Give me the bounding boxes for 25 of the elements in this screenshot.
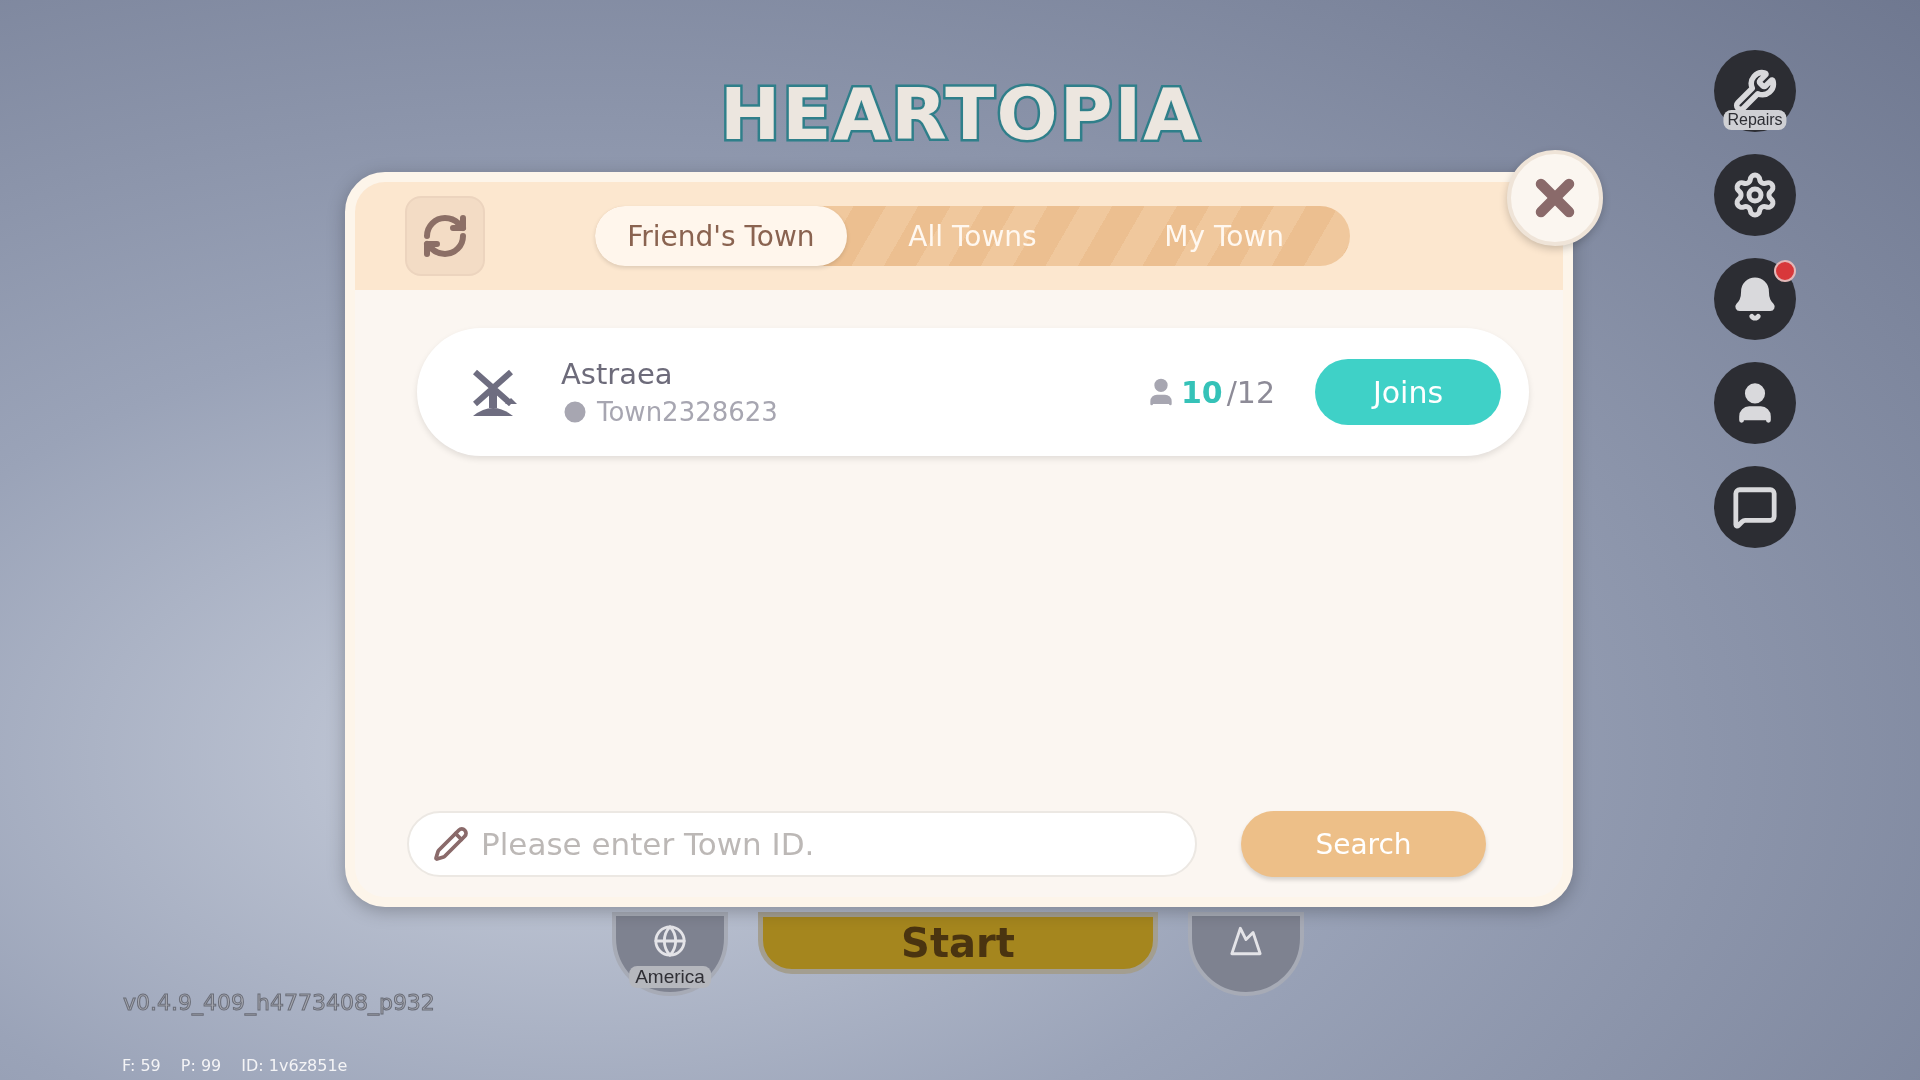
- player-capacity: /12: [1226, 374, 1275, 410]
- chat-bubble-icon: [1732, 484, 1778, 530]
- search-button[interactable]: Search: [1241, 811, 1486, 877]
- version-text: v0.4.9_409_h4773408_p932: [123, 990, 435, 1015]
- start-button[interactable]: Start: [758, 912, 1158, 974]
- town-id-input[interactable]: Please enter Town ID.: [479, 825, 1171, 863]
- globe-icon: [653, 924, 687, 958]
- debug-stat: F: 59: [122, 1056, 161, 1075]
- button-label: Repairs: [1723, 110, 1787, 130]
- hill-icon: [1229, 924, 1263, 958]
- refresh-button[interactable]: [405, 196, 485, 276]
- refresh-icon: [421, 212, 469, 260]
- town-name: Astraea: [561, 357, 674, 391]
- bell-icon: [1732, 276, 1778, 322]
- region-label: America: [629, 966, 711, 988]
- debug-stat: ID: 1v6z851e: [241, 1056, 348, 1075]
- game-logo: HEARTOPIA: [720, 78, 1201, 150]
- town-id: Town2328623: [597, 397, 778, 427]
- pencil-icon: [433, 826, 469, 862]
- debug-stat: P: 99: [180, 1056, 222, 1075]
- tab[interactable]: Friend's Town: [595, 206, 847, 266]
- wrench-icon: [1733, 69, 1777, 113]
- town-id-field[interactable]: Please enter Town ID.: [407, 811, 1197, 877]
- player-count: 10: [1180, 374, 1223, 410]
- join-button[interactable]: Joins: [1315, 359, 1501, 425]
